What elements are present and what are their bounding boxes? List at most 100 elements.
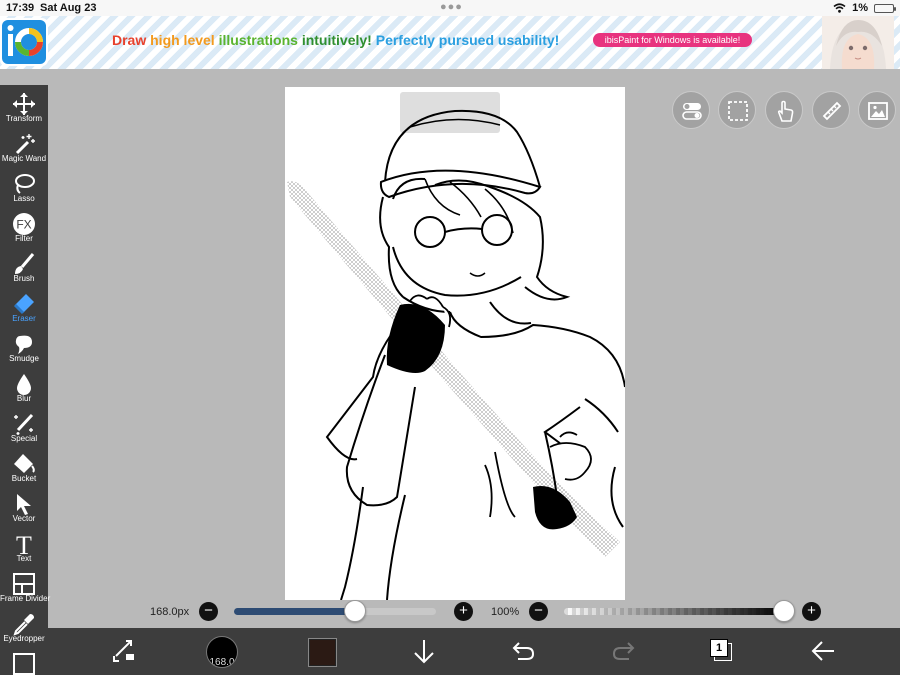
smudge-icon bbox=[0, 332, 48, 354]
tool-vector[interactable]: Vector bbox=[0, 490, 48, 530]
undo-button[interactable] bbox=[510, 636, 536, 666]
layers-button[interactable]: 1 bbox=[710, 639, 728, 657]
opacity-slider[interactable] bbox=[564, 608, 784, 615]
brush-size-fill bbox=[234, 608, 356, 615]
status-time: 17:39 bbox=[6, 2, 35, 14]
multitasking-dots-icon[interactable]: ●●● bbox=[440, 1, 463, 13]
magic-wand-icon bbox=[0, 132, 48, 155]
ruler-icon bbox=[822, 101, 842, 121]
tool-eyedropper[interactable]: Eyedropper bbox=[0, 610, 48, 650]
tool-label: Text bbox=[16, 554, 32, 563]
tool-transform[interactable]: Transform bbox=[0, 90, 48, 130]
status-right: 1% bbox=[833, 2, 896, 14]
tool-label: Special bbox=[10, 434, 38, 443]
size-decrease-button[interactable]: − bbox=[199, 602, 218, 621]
tool-special[interactable]: Special bbox=[0, 410, 48, 450]
size-increase-button[interactable]: + bbox=[454, 602, 473, 621]
lasso-icon bbox=[0, 172, 48, 194]
brush-size-badge: 168.0 bbox=[209, 657, 235, 668]
tool-label: Smudge bbox=[9, 354, 39, 363]
tool-label: Vector bbox=[12, 514, 36, 523]
special-pen-icon bbox=[0, 412, 48, 435]
opacity-increase-button[interactable]: + bbox=[802, 602, 821, 621]
bottom-toolbar: 168.0 1 bbox=[48, 628, 900, 675]
selection-button[interactable] bbox=[718, 91, 756, 129]
download-button[interactable] bbox=[411, 636, 437, 666]
tool-label: Filter bbox=[15, 234, 33, 243]
ibispaint-logo bbox=[0, 18, 48, 66]
redo-button[interactable] bbox=[611, 636, 637, 666]
tool-label: Transform bbox=[5, 114, 43, 123]
headline-part: Draw bbox=[112, 32, 151, 48]
brush-icon bbox=[0, 252, 48, 274]
tool-label: Bucket bbox=[11, 474, 37, 483]
windows-available-pill[interactable]: ibisPaint for Windows is available! bbox=[593, 33, 752, 47]
tool-frame-divider[interactable]: Frame Divider bbox=[0, 570, 51, 610]
tool-label: Frame Divider bbox=[0, 594, 51, 603]
tool-blur[interactable]: Blur bbox=[0, 370, 48, 410]
tool-bucket[interactable]: Bucket bbox=[0, 450, 48, 490]
canvas-artwork[interactable] bbox=[285, 87, 625, 600]
brush-size-value: 168.0px bbox=[150, 606, 190, 618]
image-icon bbox=[868, 102, 888, 120]
battery-icon bbox=[874, 3, 896, 13]
tool-label: Magic Wand bbox=[1, 154, 47, 163]
blur-drop-icon bbox=[0, 372, 48, 395]
ruler-button[interactable] bbox=[812, 91, 850, 129]
reference-image-button[interactable] bbox=[858, 91, 896, 129]
tool-label: Blur bbox=[16, 394, 32, 403]
swap-arrows-icon bbox=[113, 640, 134, 662]
tool-text[interactable]: T Text bbox=[0, 530, 48, 570]
battery-percent: 1% bbox=[852, 2, 868, 14]
toggle-settings-button[interactable] bbox=[672, 91, 710, 129]
tool-label: Eyedropper bbox=[3, 634, 45, 643]
tool-smudge[interactable]: Smudge bbox=[0, 330, 48, 370]
headline-part: Perfectly pursued usability! bbox=[375, 32, 560, 48]
brush-size-indicator[interactable]: 168.0 bbox=[206, 636, 238, 668]
move-arrows-icon bbox=[0, 92, 48, 115]
fx-icon: FX bbox=[0, 212, 48, 235]
opacity-decrease-button[interactable]: − bbox=[529, 602, 548, 621]
opacity-knob[interactable] bbox=[773, 600, 795, 622]
headline-part: high level bbox=[150, 32, 219, 48]
ad-banner[interactable]: Draw high level illustrations intuitivel… bbox=[0, 16, 900, 69]
wifi-icon bbox=[833, 3, 846, 13]
bucket-icon bbox=[0, 452, 48, 474]
brush-slider-row: 168.0px − + 100% − + bbox=[48, 600, 900, 628]
tool-brush[interactable]: Brush bbox=[0, 250, 48, 290]
tool-magic-wand[interactable]: Magic Wand bbox=[0, 130, 48, 170]
eyedropper-icon bbox=[0, 612, 48, 636]
erased-stroke bbox=[287, 181, 620, 557]
tool-filter[interactable]: FX Filter bbox=[0, 210, 48, 250]
touch-gesture-button[interactable] bbox=[765, 91, 803, 129]
frame-divider-icon bbox=[0, 572, 48, 595]
tool-label: Brush bbox=[13, 274, 35, 283]
redo-icon bbox=[612, 642, 635, 660]
drawing-canvas[interactable] bbox=[285, 87, 625, 600]
banner-portrait-image bbox=[822, 16, 894, 69]
toggle-switches-icon bbox=[682, 103, 702, 120]
tool-palette: Transform Magic Wand Lasso FX Filter Bru… bbox=[0, 85, 51, 675]
arrow-left-icon bbox=[811, 641, 834, 661]
tool-eraser[interactable]: Eraser bbox=[0, 290, 48, 330]
tool-lasso[interactable]: Lasso bbox=[0, 170, 48, 210]
brush-size-knob[interactable] bbox=[344, 600, 367, 622]
selection-dashed-icon bbox=[728, 101, 748, 121]
tool-label: Eraser bbox=[12, 314, 36, 323]
brush-size-slider[interactable] bbox=[234, 608, 436, 615]
status-date: Sat Aug 23 bbox=[40, 2, 97, 14]
undo-icon bbox=[512, 642, 535, 660]
headline-part: illustrations bbox=[218, 32, 302, 48]
hand-pointer-icon bbox=[777, 100, 794, 122]
swap-transform-button[interactable] bbox=[110, 636, 140, 666]
eraser-icon bbox=[0, 292, 48, 315]
banner-headline: Draw high level illustrations intuitivel… bbox=[112, 32, 559, 48]
back-button[interactable] bbox=[810, 636, 836, 666]
arrow-down-icon bbox=[414, 640, 434, 664]
svg-text:T: T bbox=[16, 532, 32, 556]
tool-label: Lasso bbox=[13, 194, 35, 203]
layer-thumbnail[interactable] bbox=[13, 653, 35, 675]
headline-part: intuitively! bbox=[301, 32, 376, 48]
right-glove bbox=[533, 486, 577, 530]
current-color-swatch[interactable] bbox=[308, 638, 337, 667]
